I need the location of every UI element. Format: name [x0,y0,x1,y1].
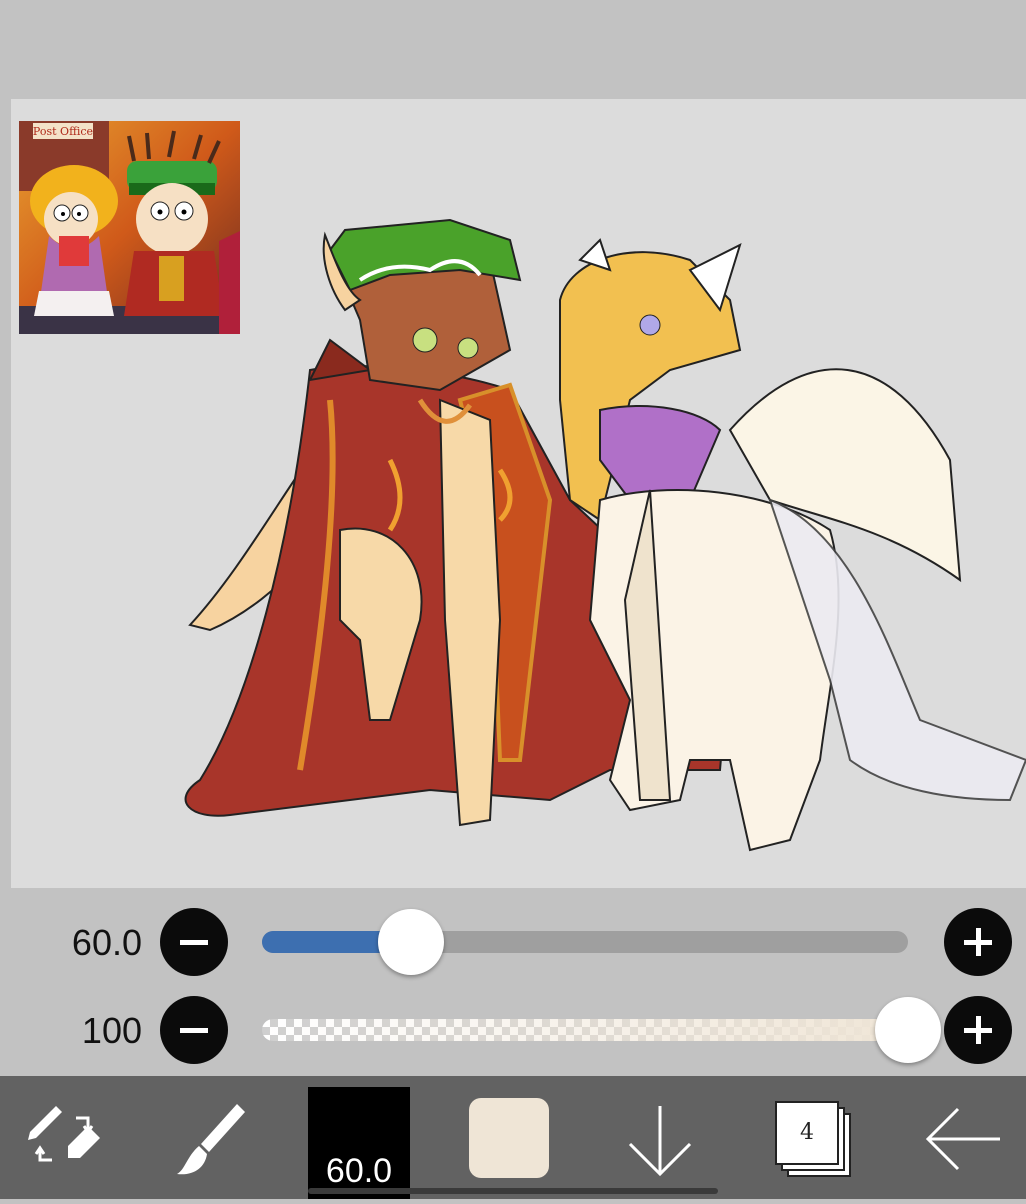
brush-size-indicator-label: 60.0 [325,1152,393,1190]
brush-size-decrease-button[interactable] [160,908,228,976]
artwork-picture [184,218,1026,852]
opacity-decrease-button[interactable] [160,996,228,1064]
opacity-slider-row: 100 [0,990,1026,1070]
bottom-toolbar: 60.0 4 [0,1076,1026,1199]
pen-eraser-swap-icon [28,1106,100,1162]
brush-size-knob[interactable] [377,909,444,975]
layers-count: 4 [800,1120,814,1145]
opacity-knob[interactable] [875,997,941,1063]
color-swatch-button[interactable] [469,1098,549,1178]
artwork-drawing [130,200,1026,880]
brush-icon [177,1104,245,1175]
back-button[interactable] [920,1076,1006,1199]
home-indicator [308,1188,718,1194]
opacity-value: 100 [81,1010,142,1051]
arrow-left-icon [925,1107,1000,1171]
opacity-gradient [262,1019,908,1041]
brush-size-increase-button[interactable] [944,908,1012,976]
layers-button[interactable]: 4 [770,1076,860,1199]
opacity-increase-button[interactable] [944,996,1012,1064]
opacity-track[interactable] [262,1019,908,1041]
brush-tool-button[interactable] [165,1076,255,1199]
reference-sign-text: Post Office [33,125,93,138]
brush-size-value: 60.0 [71,922,142,963]
download-button[interactable] [620,1076,700,1199]
brush-size-slider-row: 60.0 [0,902,1026,982]
brush-size-track[interactable] [262,931,908,953]
pen-eraser-toggle-button[interactable] [18,1076,108,1199]
brush-size-indicator[interactable]: 60.0 [308,1087,410,1199]
arrow-down-icon [628,1106,692,1177]
